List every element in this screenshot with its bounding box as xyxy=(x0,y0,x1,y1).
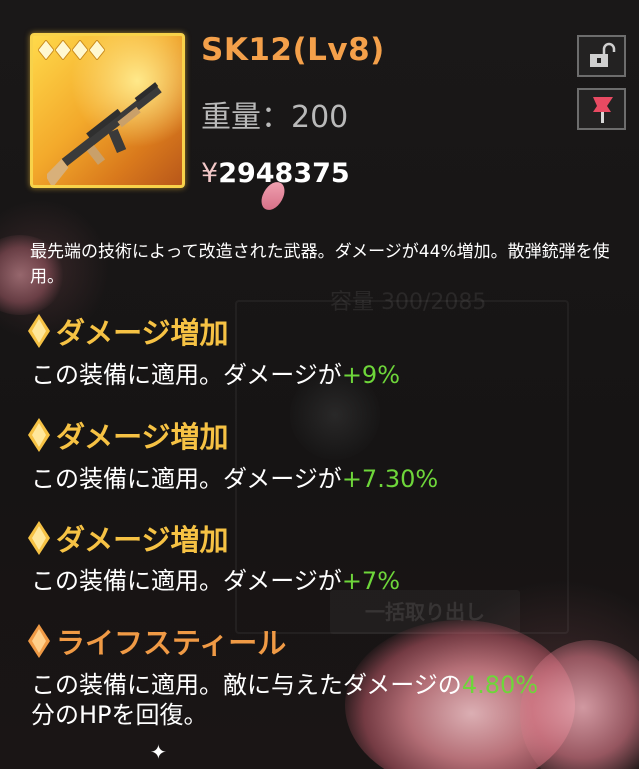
effect-description-suffix: 分のHPを回復。 xyxy=(31,701,208,729)
rarity-stars xyxy=(38,40,105,60)
sparkle-icon: ✦ xyxy=(150,740,167,764)
gold-diamond-icon xyxy=(28,418,50,452)
effect-title: ライフスティール xyxy=(28,620,286,662)
effect-value: +7% xyxy=(341,567,400,595)
effect-description-text: この装備に適用。ダメージが xyxy=(31,361,342,389)
effect-title: ダメージ増加 xyxy=(28,517,229,559)
assault-rifle-icon xyxy=(47,82,162,185)
item-weight: 重量：200 xyxy=(201,92,348,136)
effect-title: ダメージ増加 xyxy=(28,310,229,352)
item-name: SK12(Lv8) xyxy=(201,32,385,68)
rarity-diamond-icon xyxy=(89,40,105,60)
gold-diamond-icon xyxy=(28,314,50,348)
effect-description: この装備に適用。敵に与えたダメージの4.80% 分のHPを回復。 xyxy=(31,670,631,730)
rarity-diamond-icon xyxy=(38,40,54,60)
effect-description-text: この装備に適用。ダメージが xyxy=(31,567,342,595)
rarity-diamond-icon xyxy=(72,40,88,60)
effect-value: +9% xyxy=(341,361,400,389)
effect-title-text: ダメージ増加 xyxy=(56,420,229,454)
effect-description: この装備に適用。ダメージが+7% xyxy=(31,566,631,596)
pin-button[interactable] xyxy=(577,88,626,130)
effect-title: ダメージ増加 xyxy=(28,414,229,456)
unlock-icon xyxy=(589,42,615,67)
item-icon-frame xyxy=(30,33,185,188)
effect-description-text: この装備に適用。敵に与えたダメージの xyxy=(31,671,462,699)
gold-diamond-icon xyxy=(28,521,50,555)
effect-value: 4.80% xyxy=(461,671,539,699)
weight-label: 重量： xyxy=(201,100,291,135)
lock-toggle-button[interactable] xyxy=(577,35,626,77)
effect-title-text: ライフスティール xyxy=(56,626,287,660)
pin-icon xyxy=(592,97,613,123)
item-price: ¥2948375 xyxy=(201,158,350,189)
item-detail-panel: 容量 300/2085 一括取り出し ✦ SK12(Lv8) 重量：200 ¥2… xyxy=(0,0,639,769)
yen-symbol: ¥ xyxy=(201,158,219,189)
effect-title-text: ダメージ増加 xyxy=(56,523,229,557)
effect-description: この装備に適用。ダメージが+7.30% xyxy=(31,464,631,494)
rarity-diamond-icon xyxy=(55,40,71,60)
item-description: 最先端の技術によって改造された武器。ダメージが44%増加。散弾銃弾を使用。 xyxy=(30,242,610,287)
effect-value: +7.30% xyxy=(341,465,439,493)
effect-description: この装備に適用。ダメージが+9% xyxy=(31,360,631,390)
price-value: 2948375 xyxy=(218,158,350,189)
orange-diamond-icon xyxy=(28,624,50,658)
weight-value: 200 xyxy=(291,100,349,135)
effect-title-text: ダメージ増加 xyxy=(56,316,229,350)
effect-description-text: この装備に適用。ダメージが xyxy=(31,465,342,493)
